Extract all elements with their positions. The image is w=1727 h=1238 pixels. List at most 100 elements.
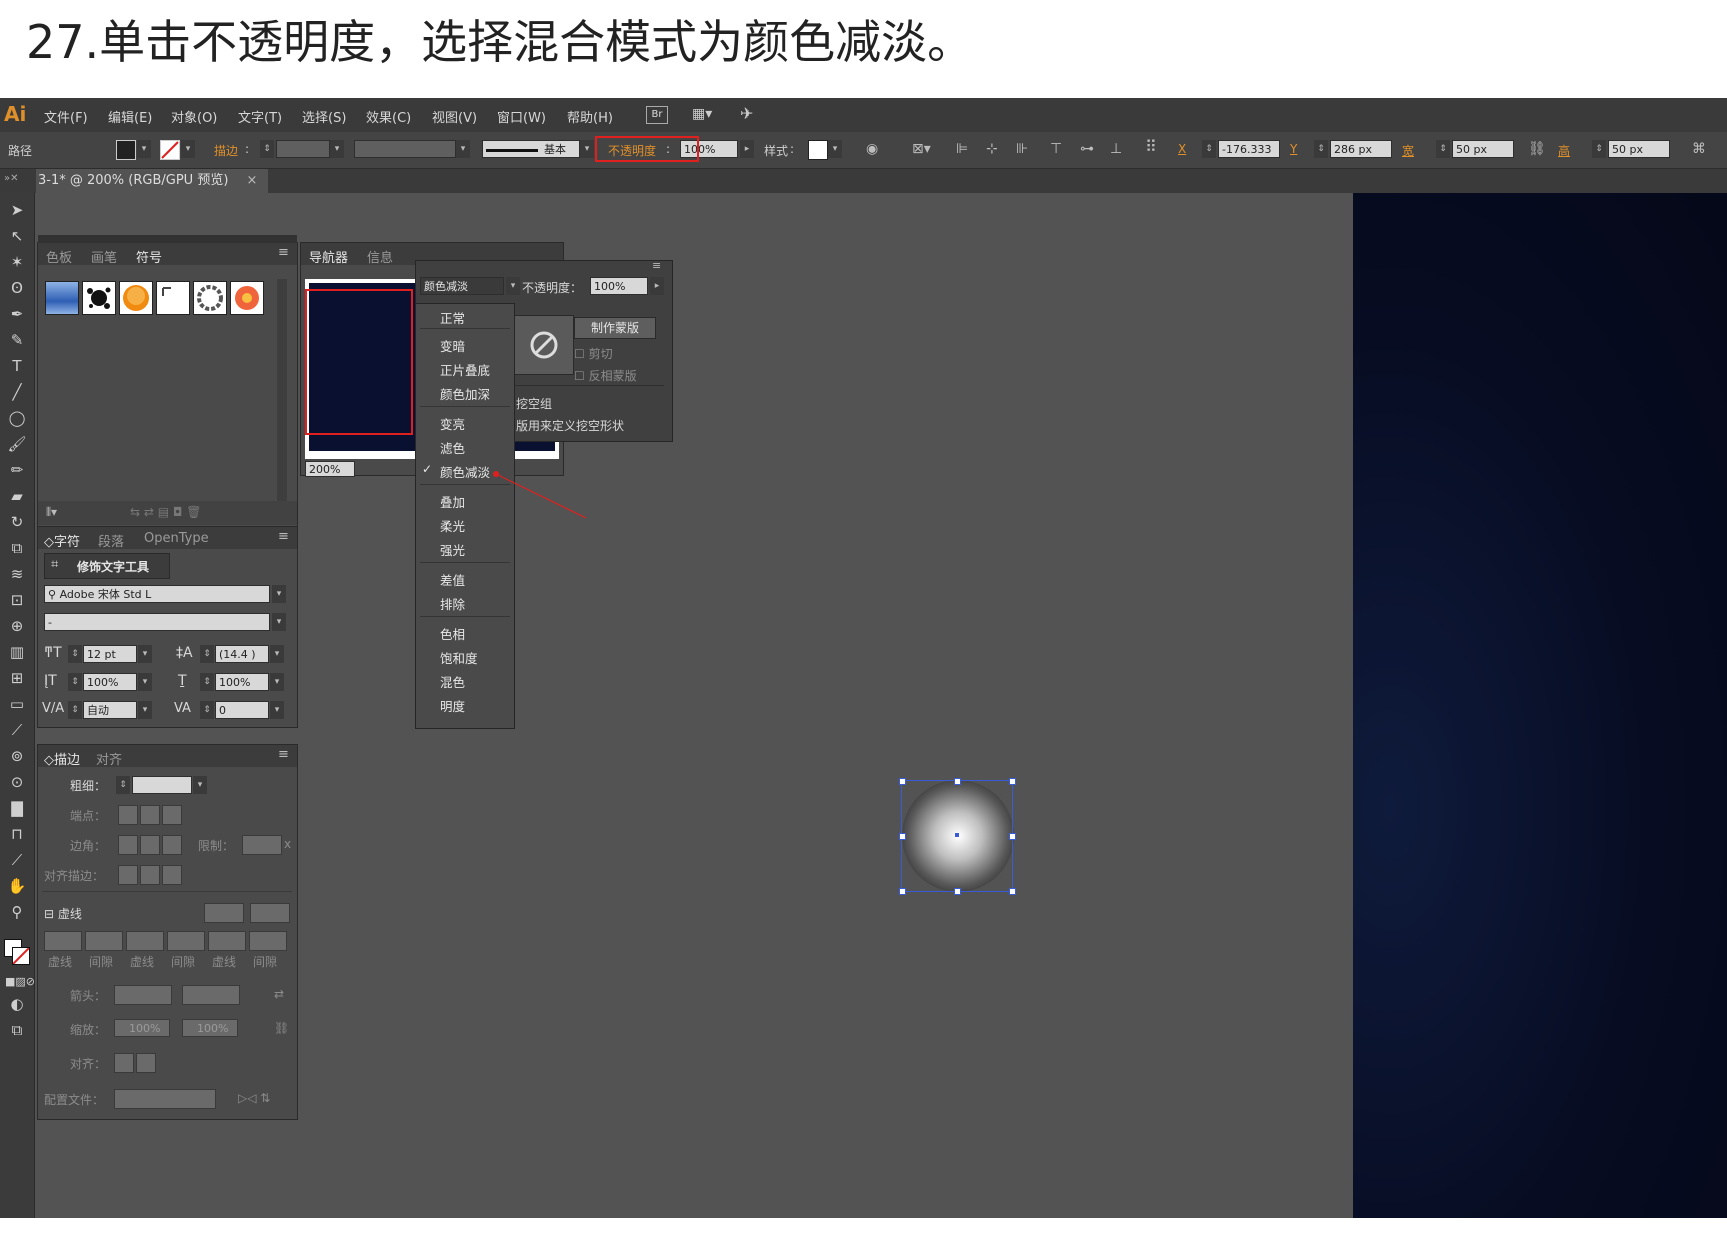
dashed-line-checkbox[interactable]: ⊟ 虚线 [44,905,82,922]
graphic-style-swatch[interactable] [808,140,828,160]
resize-handle[interactable] [954,778,961,785]
navigator-zoom-field[interactable]: 200% [305,461,355,477]
font-family-dropdown-icon[interactable]: ▾ [272,585,286,603]
tab-info[interactable]: 信息 [367,247,393,266]
tab-character[interactable]: ◇字符 [44,531,80,550]
tab-align[interactable]: 对齐 [96,749,122,768]
font-size-stepper[interactable]: ⇕ [68,645,82,663]
blend-color[interactable]: 混色 [440,672,465,691]
blend-hard-light[interactable]: 强光 [440,540,465,559]
blend-darken[interactable]: 变暗 [440,336,465,355]
projecting-cap-icon[interactable] [162,805,182,825]
align-middle-icon[interactable]: ⊶ [1080,141,1094,157]
opacity-arrow-icon[interactable]: ▸ [740,140,754,158]
symbol-ink-splash[interactable] [82,281,116,315]
profile-select[interactable] [114,1089,216,1109]
round-join-icon[interactable] [140,835,160,855]
drawing-mode-icon[interactable]: ◐ [5,993,29,1015]
x-label[interactable]: X [1178,142,1186,156]
align-center-icon[interactable]: ⊹ [986,141,998,157]
gpu-performance-icon[interactable]: ✈ [740,104,753,123]
scale-tool-icon[interactable]: ⧉ [5,537,29,559]
weight-dropdown-icon[interactable]: ▾ [193,776,207,794]
y-field[interactable]: 286 px [1330,140,1392,158]
align-to-icon[interactable]: ⊠▾ [912,141,931,157]
x-field[interactable]: -176.333 [1218,140,1280,158]
kerning-stepper[interactable]: ⇕ [68,701,82,719]
blend-saturation[interactable]: 饱和度 [440,648,478,667]
font-style-field[interactable]: - [44,613,270,631]
artboard-tool-icon[interactable]: ⊓ [5,823,29,845]
pen-tool-icon[interactable]: ✒ [5,303,29,325]
font-size-field[interactable]: 12 pt [83,645,137,663]
menu-select[interactable]: 选择(S) [302,107,346,126]
symbol-ring[interactable] [193,281,227,315]
make-mask-button[interactable]: 制作蒙版 [574,317,656,339]
limit-field[interactable] [242,835,282,855]
opacity-mask-knockout-checkbox[interactable]: 版用来定义挖空形状 [516,417,624,434]
width-stepper[interactable]: ⇕ [1436,140,1450,158]
slice-tool-icon[interactable]: ⟋ [5,849,29,871]
direct-selection-tool-icon[interactable]: ↖ [5,225,29,247]
collapse-panels-icon[interactable]: »✕ [4,173,19,184]
character-panel-menu-icon[interactable]: ≡ [278,529,289,544]
stroke-panel-menu-icon[interactable]: ≡ [278,747,289,762]
blend-mode-select[interactable]: 颜色减淡 [420,277,504,295]
curvature-tool-icon[interactable]: ✎ [5,329,29,351]
blend-hue[interactable]: 色相 [440,624,465,643]
resize-handle[interactable] [899,833,906,840]
color-mode-icon[interactable]: ■▨⊘ [5,971,35,993]
height-field[interactable]: 50 px [1608,140,1670,158]
hand-tool-icon[interactable]: ✋ [5,875,29,897]
fill-dropdown-icon[interactable]: ▾ [137,140,151,158]
stroke-swatch[interactable] [160,140,180,160]
bridge-button[interactable]: Br [646,106,668,124]
tab-opentype[interactable]: OpenType [144,531,209,546]
dash-2-field[interactable] [126,931,164,951]
resize-handle[interactable] [899,888,906,895]
rotate-tool-icon[interactable]: ↻ [5,511,29,533]
align-outside-stroke-icon[interactable] [162,865,182,885]
tab-brushes[interactable]: 画笔 [91,247,117,266]
leading-field[interactable]: (14.4 ) [215,645,269,663]
ellipse-tool-icon[interactable]: ◯ [5,407,29,429]
align-center-stroke-icon[interactable] [118,865,138,885]
y-stepper[interactable]: ⇕ [1314,140,1328,158]
start-scale-field[interactable]: 100% [114,1019,170,1037]
resize-handle[interactable] [899,778,906,785]
type-tool-icon[interactable]: T [5,355,29,377]
invert-mask-checkbox[interactable]: ☐ 反相蒙版 [574,367,637,384]
document-tab[interactable]: 3-1* @ 200% (RGB/GPU 预览) × [36,169,268,193]
reference-point-icon[interactable]: ⠿ [1145,139,1157,155]
width-tool-icon[interactable]: ≋ [5,563,29,585]
stroke-weight-stepper[interactable]: ⇕ [260,140,274,158]
bevel-join-icon[interactable] [162,835,182,855]
resize-handle[interactable] [954,888,961,895]
stroke-weight-field[interactable] [276,140,330,158]
align-bottom-icon[interactable]: ⊥ [1110,141,1122,157]
end-scale-field[interactable]: 100% [182,1019,238,1037]
vertical-scale-dropdown-icon[interactable]: ▾ [138,673,152,691]
variable-width-field[interactable] [354,140,456,158]
stroke-label[interactable]: 描边 [214,142,238,159]
line-tool-icon[interactable]: ╱ [5,381,29,403]
blend-difference[interactable]: 差值 [440,570,465,589]
menu-window[interactable]: 窗口(W) [497,107,546,126]
width-field[interactable]: 50 px [1452,140,1514,158]
blend-luminosity[interactable]: 明度 [440,696,465,715]
vertical-scale-field[interactable]: 100% [83,673,137,691]
variable-width-dropdown-icon[interactable]: ▾ [456,140,470,158]
paintbrush-tool-icon[interactable]: 🖌 [5,433,29,455]
tab-swatches[interactable]: 色板 [46,247,72,266]
mesh-tool-icon[interactable]: ⊞ [5,667,29,689]
stroke-weight-dropdown-icon[interactable]: ▾ [330,140,344,158]
horizontal-scale-dropdown-icon[interactable]: ▾ [270,673,284,691]
menu-edit[interactable]: 编辑(E) [108,107,152,126]
blend-color-burn[interactable]: 颜色加深 [440,384,490,403]
menu-type[interactable]: 文字(T) [238,107,282,126]
resize-handle[interactable] [1009,888,1016,895]
document-close-icon[interactable]: × [247,173,258,188]
symbol-corner-mark[interactable] [156,281,190,315]
tracking-field[interactable]: 0 [215,701,269,719]
arrow-tip-at-end-icon[interactable] [136,1053,156,1073]
